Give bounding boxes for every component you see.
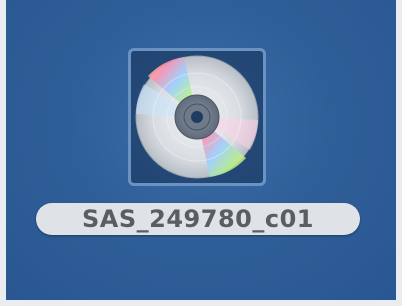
optical-disc-icon[interactable]: [134, 54, 260, 180]
icon-label[interactable]: SAS_249780_c01: [36, 203, 360, 235]
icon-label-text: SAS_249780_c01: [82, 205, 314, 233]
desktop-icon-disc[interactable]: SAS_249780_c01: [30, 46, 370, 246]
desktop[interactable]: SAS_249780_c01: [0, 0, 402, 306]
screen-edge-right: [396, 0, 402, 306]
screen-edge-bottom: [0, 300, 402, 306]
screen-edge-left: [0, 0, 6, 306]
